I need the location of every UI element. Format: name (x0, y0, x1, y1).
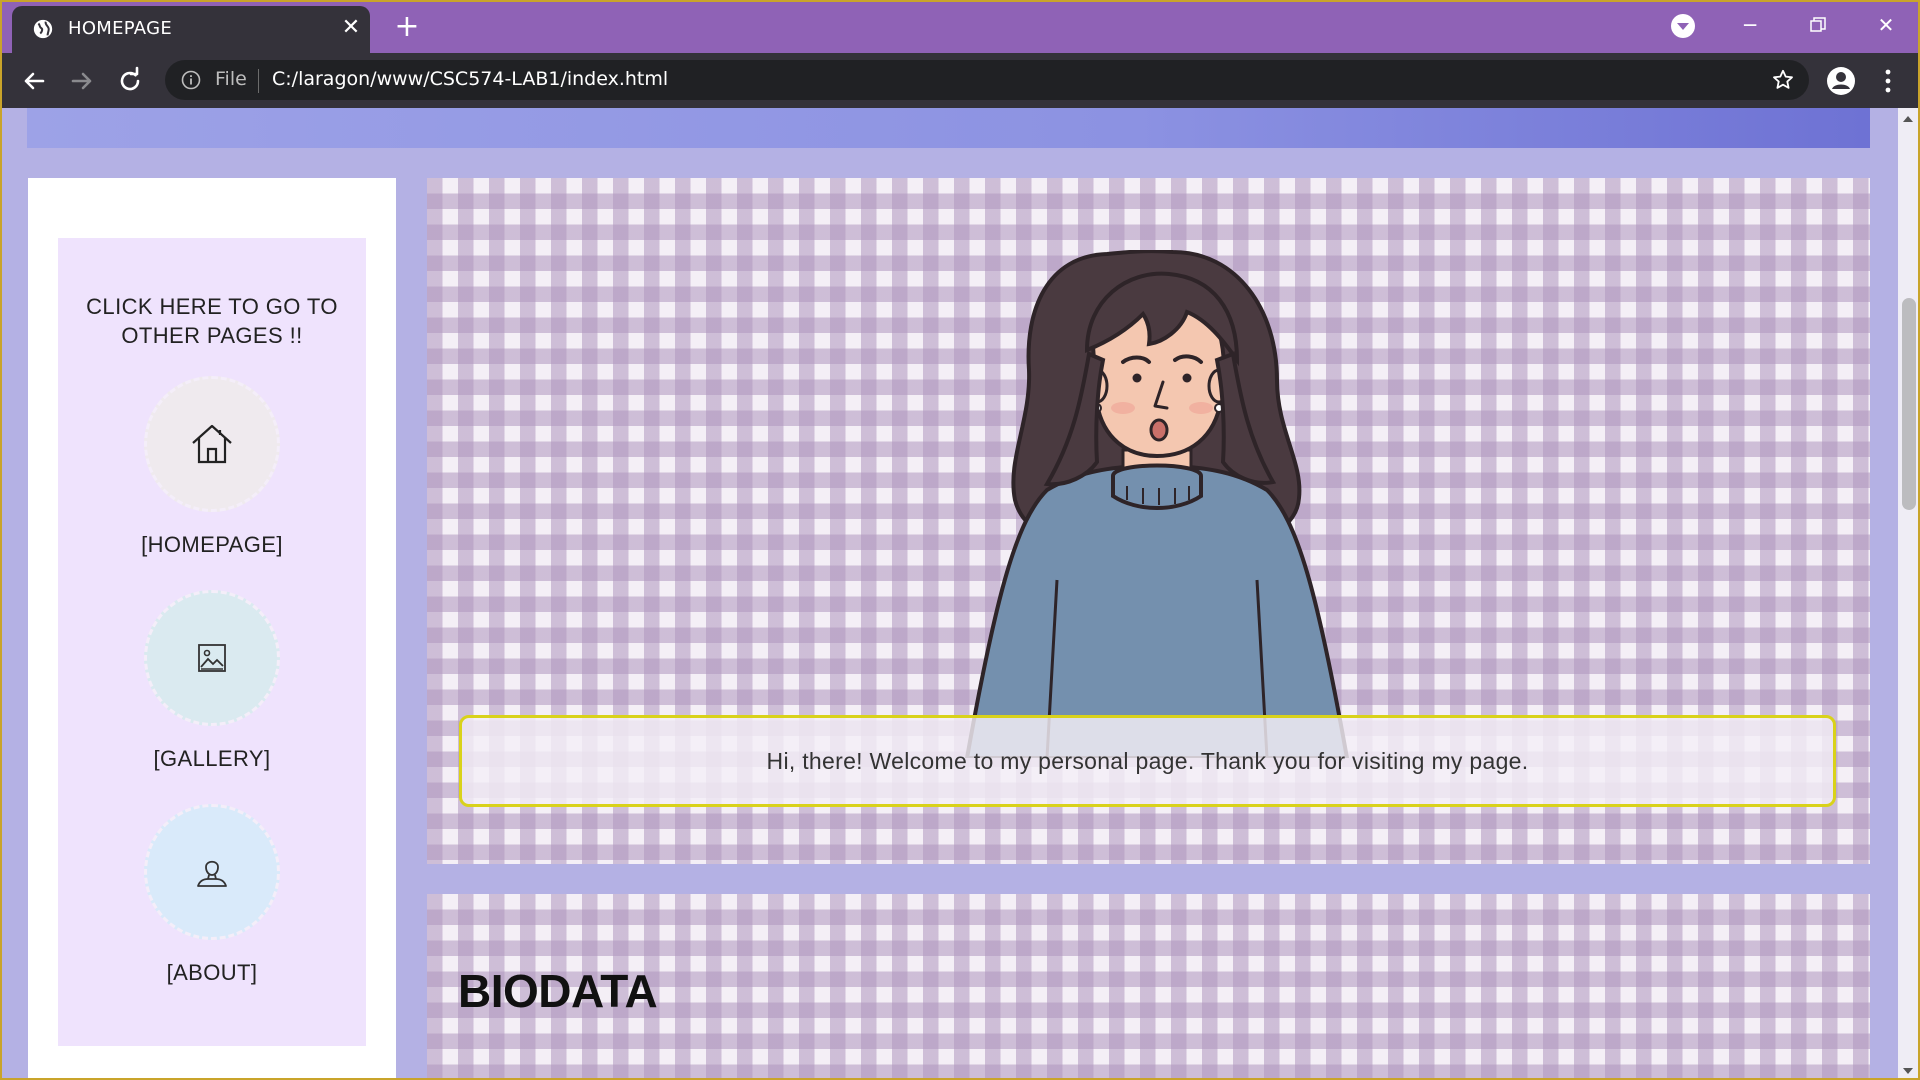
biodata-heading: BIODATA (458, 965, 658, 1017)
scrollbar-thumb[interactable] (1902, 298, 1916, 510)
home-icon (192, 424, 232, 464)
sidebar-nav-panel: CLICK HERE TO GO TO OTHER PAGES !! [HOME… (58, 238, 366, 1046)
user-icon (197, 860, 227, 887)
back-arrow-icon[interactable] (18, 65, 50, 97)
address-scheme-label: File (215, 68, 247, 90)
welcome-message-box: Hi, there! Welcome to my personal page. … (459, 715, 1836, 807)
hero-section: Hi, there! Welcome to my personal page. … (427, 178, 1870, 864)
bookmark-star-icon[interactable] (1771, 68, 1795, 92)
tab-close-icon[interactable]: ✕ (340, 17, 362, 39)
header-banner (27, 108, 1870, 148)
sidebar: CLICK HERE TO GO TO OTHER PAGES !! [HOME… (28, 178, 396, 1078)
browser-window: HOMEPAGE ✕ + ─ ✕ File C:/laragon/www/CSC… (0, 0, 1920, 1080)
reload-icon[interactable] (114, 65, 146, 97)
restore-icon (1810, 17, 1826, 32)
address-url[interactable]: C:/laragon/www/CSC574-LAB1/index.html (272, 68, 668, 90)
tab-strip: HOMEPAGE ✕ + ─ ✕ (2, 2, 1918, 53)
tab-homepage[interactable]: HOMEPAGE ✕ (12, 6, 370, 53)
restore-button[interactable] (1796, 8, 1840, 42)
sidebar-heading: CLICK HERE TO GO TO OTHER PAGES !! (86, 294, 338, 348)
scroll-down-arrow-icon[interactable] (1903, 1068, 1913, 1074)
tab-search-dropdown-icon[interactable] (1671, 14, 1695, 38)
homepage-nav-label[interactable]: [HOMEPAGE] (58, 532, 366, 558)
homepage-nav-button[interactable] (144, 376, 280, 512)
minimize-button[interactable]: ─ (1728, 8, 1772, 42)
forward-arrow-icon[interactable] (66, 65, 98, 97)
browser-toolbar: File C:/laragon/www/CSC574-LAB1/index.ht… (2, 53, 1918, 108)
account-icon[interactable] (1826, 66, 1856, 96)
scroll-up-arrow-icon[interactable] (1903, 116, 1913, 122)
about-nav-button[interactable] (144, 804, 280, 940)
page-scrollbar[interactable] (1898, 108, 1918, 1078)
address-bar[interactable]: File C:/laragon/www/CSC574-LAB1/index.ht… (165, 60, 1809, 100)
globe-icon (33, 19, 53, 39)
close-window-button[interactable]: ✕ (1864, 8, 1908, 42)
gallery-nav-button[interactable] (144, 590, 280, 726)
tab-title: HOMEPAGE (68, 18, 173, 39)
address-separator (258, 69, 259, 93)
biodata-section: BIODATA (427, 894, 1870, 1078)
image-icon (198, 644, 226, 672)
page-viewport: CLICK HERE TO GO TO OTHER PAGES !! [HOME… (2, 108, 1898, 1078)
gallery-nav-label[interactable]: [GALLERY] (58, 746, 366, 772)
new-tab-button[interactable]: + (392, 10, 422, 44)
info-icon[interactable] (181, 70, 201, 90)
girl-illustration (964, 250, 1350, 758)
about-nav-label[interactable]: [ABOUT] (58, 960, 366, 986)
more-menu-icon[interactable] (1878, 67, 1898, 95)
